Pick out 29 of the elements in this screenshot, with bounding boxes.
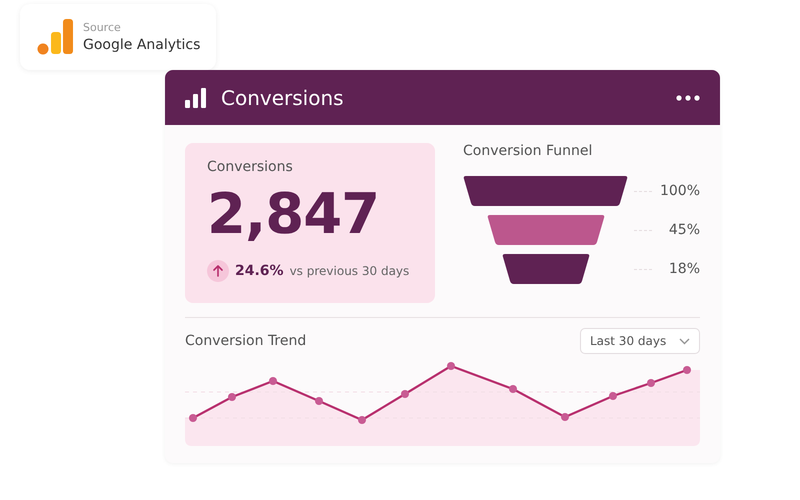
data-point bbox=[358, 416, 366, 424]
source-name: Google Analytics bbox=[83, 37, 200, 53]
data-point bbox=[269, 377, 277, 385]
data-point bbox=[609, 392, 617, 400]
more-icon[interactable] bbox=[676, 94, 700, 100]
chevron-down-icon bbox=[679, 338, 690, 344]
data-point bbox=[561, 413, 569, 421]
funnel-percent: 45% bbox=[668, 222, 700, 238]
comparison-text: vs previous 30 days bbox=[290, 264, 410, 278]
trend-title: Conversion Trend bbox=[185, 333, 306, 349]
data-point bbox=[683, 366, 691, 374]
data-point bbox=[315, 397, 323, 405]
bar-chart-icon bbox=[185, 88, 207, 108]
funnel-percent: 18% bbox=[668, 261, 700, 277]
data-point bbox=[647, 379, 655, 387]
data-point bbox=[189, 414, 197, 422]
funnel-percent: 100% bbox=[658, 183, 700, 199]
kpi-label: Conversions bbox=[207, 159, 294, 175]
card-title: Conversions bbox=[221, 86, 344, 110]
data-point bbox=[447, 362, 455, 370]
funnel-title: Conversion Funnel bbox=[463, 143, 594, 159]
change-percent: 24.6% bbox=[235, 263, 284, 279]
kpi-value: 2,847 bbox=[207, 187, 380, 243]
range-dropdown[interactable]: Last 30 days bbox=[580, 328, 700, 354]
source-label: Source bbox=[83, 21, 122, 34]
data-point bbox=[509, 385, 517, 393]
bar-chart-icon bbox=[37, 18, 73, 56]
data-point bbox=[228, 393, 236, 401]
data-point bbox=[401, 390, 409, 398]
